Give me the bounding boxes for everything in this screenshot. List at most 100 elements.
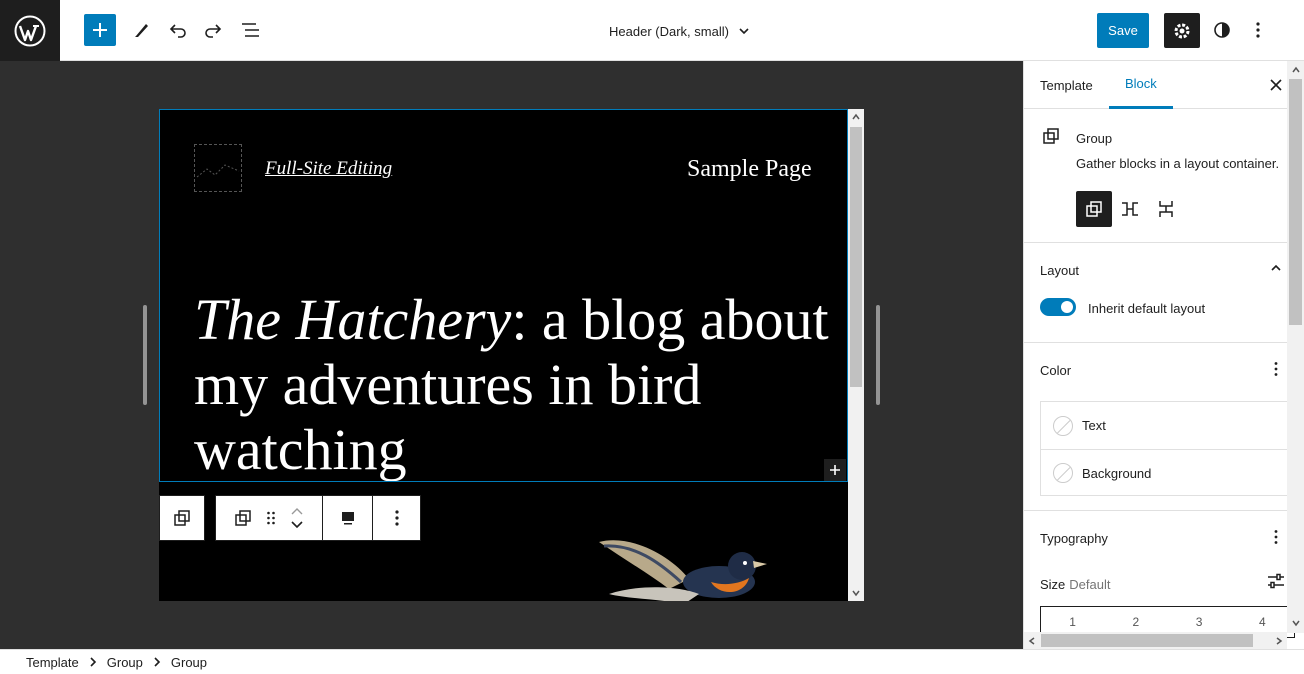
tab-template[interactable]: Template bbox=[1024, 61, 1109, 109]
more-vertical-icon[interactable] bbox=[1273, 361, 1279, 377]
close-icon bbox=[1270, 79, 1282, 91]
color-item-text[interactable]: Text bbox=[1041, 402, 1301, 449]
more-vertical-icon bbox=[394, 510, 399, 526]
wordpress-logo-button[interactable] bbox=[0, 0, 60, 61]
chevron-up-icon[interactable] bbox=[1291, 65, 1301, 75]
block-card: Group Gather blocks in a layout containe… bbox=[1024, 109, 1288, 243]
breadcrumb-item-template[interactable]: Template bbox=[26, 655, 79, 670]
typography-panel-title: Typography bbox=[1040, 531, 1108, 546]
document-title-dropdown[interactable]: Header (Dark, small) bbox=[560, 18, 800, 44]
add-block-button[interactable] bbox=[84, 14, 116, 46]
color-item-label: Background bbox=[1082, 465, 1152, 481]
wordpress-icon bbox=[14, 15, 46, 46]
chevron-right-icon[interactable] bbox=[1274, 636, 1284, 646]
scroll-down-button[interactable] bbox=[848, 585, 864, 601]
options-button[interactable] bbox=[1242, 14, 1274, 46]
settings-button[interactable] bbox=[1164, 13, 1200, 48]
resize-handle-right[interactable] bbox=[876, 305, 880, 405]
font-size-label: Size Default bbox=[1040, 577, 1111, 592]
sidebar-tabs: Template Block bbox=[1024, 61, 1304, 109]
chevron-left-icon[interactable] bbox=[1027, 636, 1037, 646]
size-value: Default bbox=[1069, 577, 1111, 592]
layout-panel-title[interactable]: Layout bbox=[1040, 263, 1079, 278]
color-panel-title: Color bbox=[1040, 363, 1072, 378]
variation-group-button[interactable] bbox=[1076, 191, 1112, 227]
list-view-button[interactable] bbox=[234, 14, 266, 46]
resize-handle-left[interactable] bbox=[143, 305, 147, 405]
chevron-right-icon bbox=[154, 657, 161, 667]
redo-button[interactable] bbox=[197, 14, 229, 46]
block-title: Group bbox=[1076, 131, 1113, 146]
sidebar-scrollbar-horizontal[interactable] bbox=[1024, 632, 1287, 649]
color-panel: Color Text Background bbox=[1024, 343, 1301, 511]
plus-icon bbox=[830, 465, 840, 475]
group-icon bbox=[174, 510, 190, 526]
group-icon bbox=[1086, 201, 1102, 217]
gear-icon bbox=[1174, 23, 1190, 38]
variation-stack-button[interactable] bbox=[1148, 191, 1184, 227]
group-icon[interactable] bbox=[234, 509, 252, 527]
chevron-down-icon[interactable] bbox=[1291, 618, 1301, 628]
color-item-label: Text bbox=[1082, 418, 1106, 433]
top-toolbar: Header (Dark, small) Save bbox=[0, 0, 1304, 61]
scrollbar-thumb[interactable] bbox=[850, 127, 862, 387]
align-top-icon bbox=[341, 512, 354, 525]
chevron-down-icon bbox=[852, 590, 860, 597]
chevron-up-icon bbox=[852, 113, 860, 120]
row-icon bbox=[1122, 202, 1138, 216]
undo-icon bbox=[169, 24, 186, 38]
canvas-frame: Full-Site Editing Sample Page The Hatche… bbox=[159, 109, 864, 601]
block-toolbar bbox=[215, 495, 421, 541]
color-item-background[interactable]: Background bbox=[1041, 449, 1301, 496]
breadcrumb-item-group-current: Group bbox=[170, 654, 208, 670]
move-up-down-icon[interactable] bbox=[290, 504, 304, 532]
undo-button[interactable] bbox=[162, 14, 194, 46]
select-parent-button[interactable] bbox=[159, 495, 205, 541]
chevron-right-icon bbox=[90, 657, 96, 667]
block-variations bbox=[1076, 191, 1184, 227]
toggle-knob bbox=[1061, 301, 1073, 313]
bird-illustration bbox=[599, 540, 767, 601]
color-settings-list: Text Background bbox=[1040, 401, 1301, 496]
canvas-scrollbar[interactable] bbox=[848, 109, 864, 601]
justify-button[interactable] bbox=[323, 496, 373, 540]
selected-group-outline bbox=[159, 109, 848, 482]
plus-icon bbox=[93, 23, 107, 37]
pencil-icon bbox=[135, 24, 148, 37]
more-vertical-icon[interactable] bbox=[1273, 529, 1279, 545]
tab-block[interactable]: Block bbox=[1109, 61, 1173, 109]
block-inserter-button[interactable] bbox=[824, 459, 846, 481]
editor-canvas: Full-Site Editing Sample Page The Hatche… bbox=[0, 61, 1023, 649]
variation-row-button[interactable] bbox=[1112, 191, 1148, 227]
typography-panel: Typography Size Default 1 2 3 4 bbox=[1024, 511, 1295, 649]
breadcrumb: Template Group Group bbox=[0, 649, 1304, 674]
document-title: Header (Dark, small) bbox=[609, 23, 729, 39]
list-view-icon bbox=[242, 23, 259, 37]
chevron-up-icon[interactable] bbox=[1269, 261, 1283, 275]
tools-button[interactable] bbox=[126, 14, 158, 46]
inherit-layout-toggle[interactable] bbox=[1040, 298, 1076, 316]
block-options-button[interactable] bbox=[373, 496, 420, 540]
scroll-up-button[interactable] bbox=[848, 109, 864, 125]
chevron-down-icon bbox=[739, 28, 749, 35]
empty-color-swatch bbox=[1053, 463, 1073, 483]
style-variations-button[interactable] bbox=[1206, 14, 1238, 46]
close-sidebar-button[interactable] bbox=[1264, 73, 1288, 97]
drag-handle-icon[interactable] bbox=[266, 510, 276, 526]
breadcrumb-item-group[interactable]: Group bbox=[107, 655, 143, 670]
block-mover-group bbox=[216, 496, 323, 540]
scrollbar-thumb[interactable] bbox=[1041, 634, 1253, 647]
scrollbar-thumb[interactable] bbox=[1289, 79, 1302, 325]
settings-sidebar: Template Block Group Gather blocks in a … bbox=[1023, 61, 1304, 649]
inherit-layout-label: Inherit default layout bbox=[1088, 301, 1206, 316]
custom-size-settings-icon[interactable] bbox=[1267, 573, 1285, 589]
redo-icon bbox=[205, 24, 222, 38]
contrast-icon bbox=[1214, 22, 1230, 38]
group-icon bbox=[1043, 128, 1059, 144]
more-vertical-icon bbox=[1256, 22, 1260, 38]
layout-panel: Layout Inherit default layout bbox=[1024, 243, 1288, 343]
stack-icon bbox=[1159, 201, 1173, 217]
save-button[interactable]: Save bbox=[1097, 13, 1149, 48]
sidebar-scrollbar-vertical[interactable] bbox=[1287, 61, 1304, 633]
block-description: Gather blocks in a layout container. bbox=[1076, 156, 1280, 171]
